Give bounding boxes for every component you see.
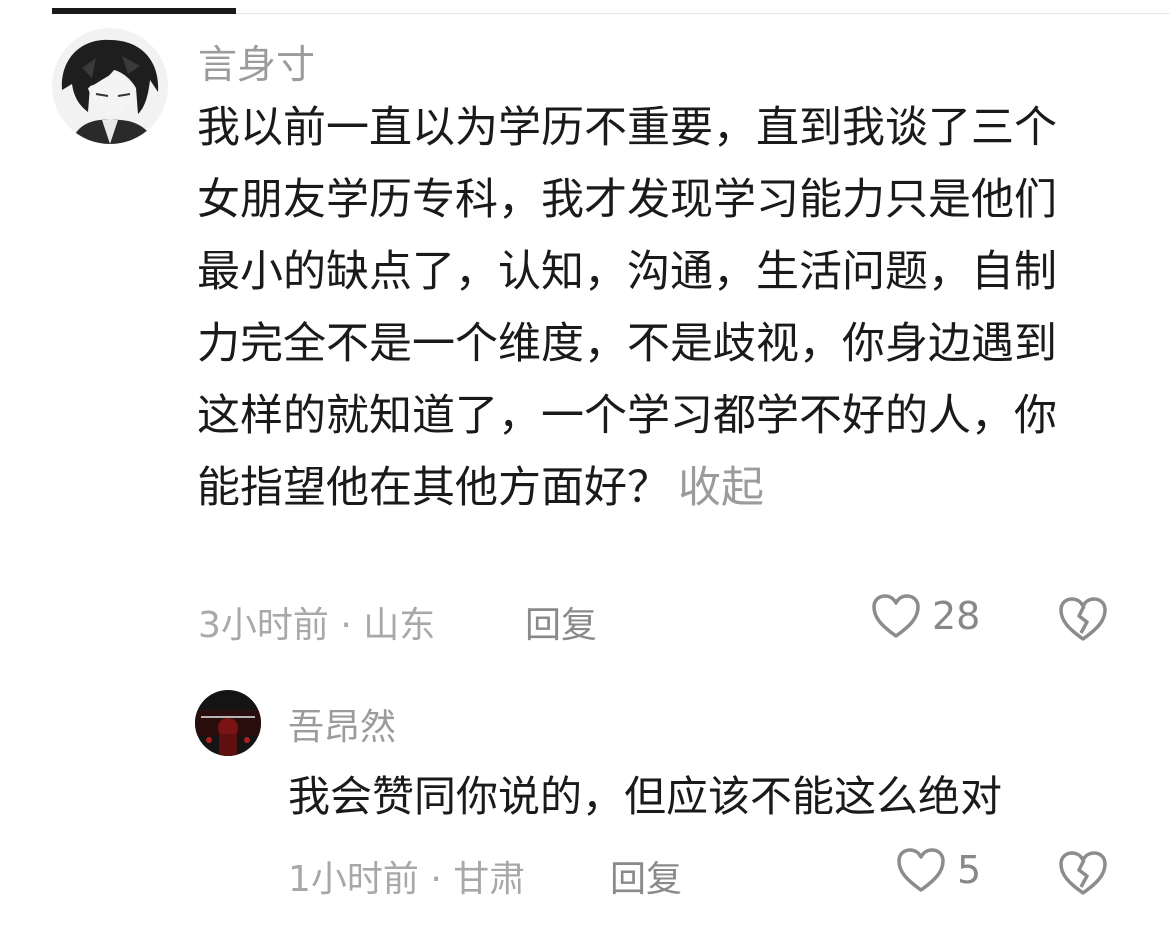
broken-heart-icon[interactable] <box>1057 849 1109 897</box>
reply-button[interactable]: 回复 <box>525 596 597 648</box>
comment-meta: 3小时前 · 山东 <box>198 605 436 646</box>
like-count: 28 <box>932 594 981 638</box>
username[interactable]: 言身寸 <box>198 34 315 90</box>
broken-heart-icon[interactable] <box>1057 595 1109 643</box>
dark-red-avatar-icon <box>195 690 261 756</box>
heart-outline-icon[interactable] <box>870 592 922 640</box>
collapse-link[interactable]: 收起 <box>678 463 764 513</box>
like-button[interactable]: 5 <box>895 846 981 894</box>
reply-button[interactable]: 回复 <box>610 850 682 902</box>
heart-outline-icon[interactable] <box>895 846 947 894</box>
comment-text: 我以前一直以为学历不重要，直到我谈了三个女朋友学历专科，我才发现学习能力只是他们… <box>197 92 1097 524</box>
avatar[interactable] <box>195 690 261 756</box>
comment-body: 我以前一直以为学历不重要，直到我谈了三个女朋友学历专科，我才发现学习能力只是他们… <box>197 103 1057 513</box>
anime-boy-avatar-icon <box>52 28 168 144</box>
avatar[interactable] <box>52 28 168 144</box>
like-button[interactable]: 28 <box>870 592 980 640</box>
username[interactable]: 吾昂然 <box>288 698 396 750</box>
like-count: 5 <box>957 848 982 892</box>
comment-text: 我会赞同你说的，但应该不能这么绝对 <box>288 772 1003 821</box>
divider <box>236 13 1170 14</box>
tab-indicator <box>52 8 236 14</box>
comment-meta: 1小时前 · 甘肃 <box>288 859 526 900</box>
